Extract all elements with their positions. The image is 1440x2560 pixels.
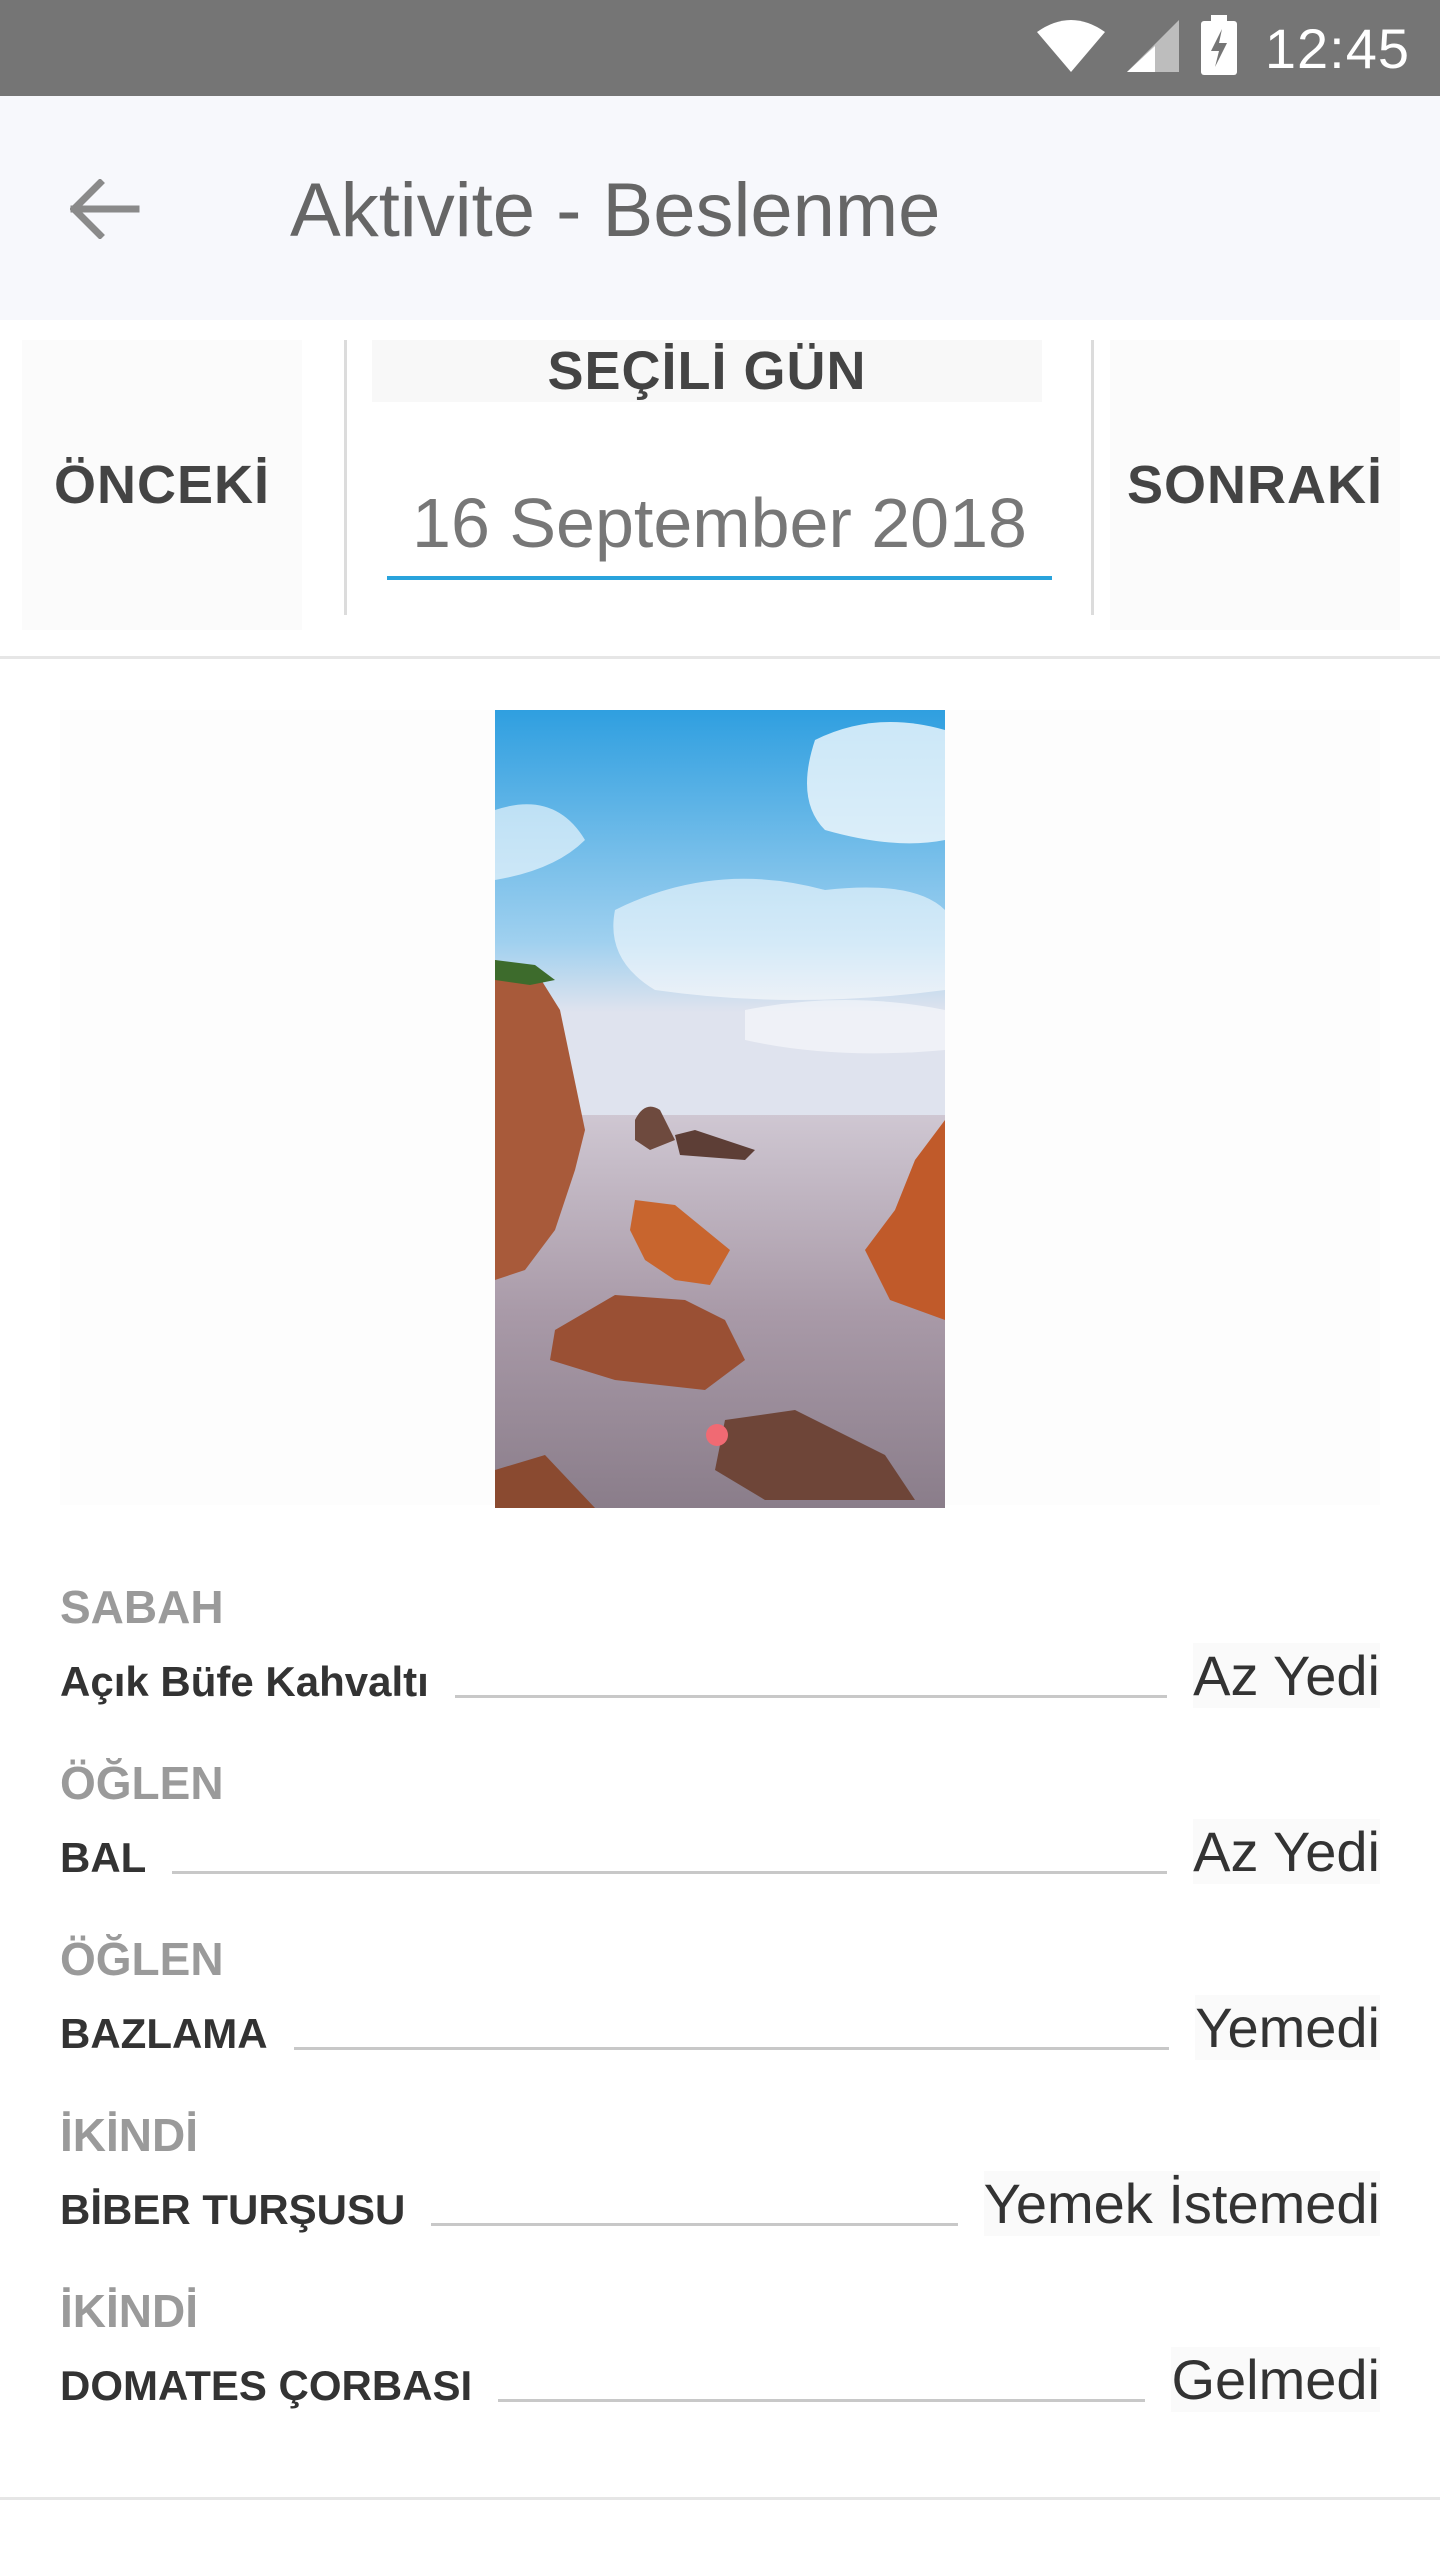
meal-food: DOMATES ÇORBASI [60,2362,473,2409]
landscape-photo[interactable] [495,710,945,1508]
previous-day-button[interactable]: ÖNCEKİ [22,340,302,630]
date-input[interactable] [387,470,1052,580]
meal-status: Az Yedi [1193,1643,1380,1708]
selected-day-label: SEÇİLİ GÜN [372,340,1042,402]
meal-status: Gelmedi [1171,2347,1380,2412]
list-item: ÖĞLEN BAL Az Yedi [60,1746,1380,1922]
meal-status: Yemek İstemedi [983,2171,1380,2236]
divider [0,656,1440,659]
signal-icon [1125,18,1181,79]
meal-list: SABAH Açık Büfe Kahvaltı Az Yedi ÖĞLEN B… [60,1570,1380,2450]
meal-period: ÖĞLEN [60,1757,224,1809]
leader-line [172,1871,1168,1874]
app-bar: Aktivite - Beslenme [0,96,1440,320]
divider [0,2497,1440,2500]
leader-line [454,1695,1168,1698]
divider [1091,340,1094,615]
divider [344,340,347,615]
meal-period: SABAH [60,1581,224,1633]
list-item: İKİNDİ BİBER TURŞUSU Yemek İstemedi [60,2098,1380,2274]
photo-container [60,710,1380,1508]
list-item: SABAH Açık Büfe Kahvaltı Az Yedi [60,1570,1380,1746]
meal-status: Yemedi [1195,1995,1380,2060]
meal-food: BAL [60,1834,147,1881]
meal-food: BAZLAMA [60,2010,268,2057]
meal-period: ÖĞLEN [60,1933,224,1985]
meal-food: Açık Büfe Kahvaltı [60,1658,429,1705]
next-day-button[interactable]: SONRAKİ [1110,340,1400,630]
page-title: Aktivite - Beslenme [290,168,941,253]
date-selector: ÖNCEKİ SEÇİLİ GÜN SONRAKİ [0,320,1440,660]
battery-charging-icon [1199,14,1239,82]
list-item: ÖĞLEN BAZLAMA Yemedi [60,1922,1380,2098]
wifi-icon [1035,18,1107,79]
meal-period: İKİNDİ [60,2285,198,2337]
leader-line [431,2223,958,2226]
leader-line [498,2399,1146,2402]
status-bar: 12:45 [0,0,1440,96]
back-button[interactable] [60,166,150,256]
status-time: 12:45 [1264,16,1410,80]
meal-status: Az Yedi [1193,1819,1380,1884]
list-item: İKİNDİ DOMATES ÇORBASI Gelmedi [60,2274,1380,2450]
meal-period: İKİNDİ [60,2109,198,2161]
arrow-left-icon [69,177,140,244]
meal-food: BİBER TURŞUSU [60,2186,406,2233]
leader-line [293,2047,1170,2050]
